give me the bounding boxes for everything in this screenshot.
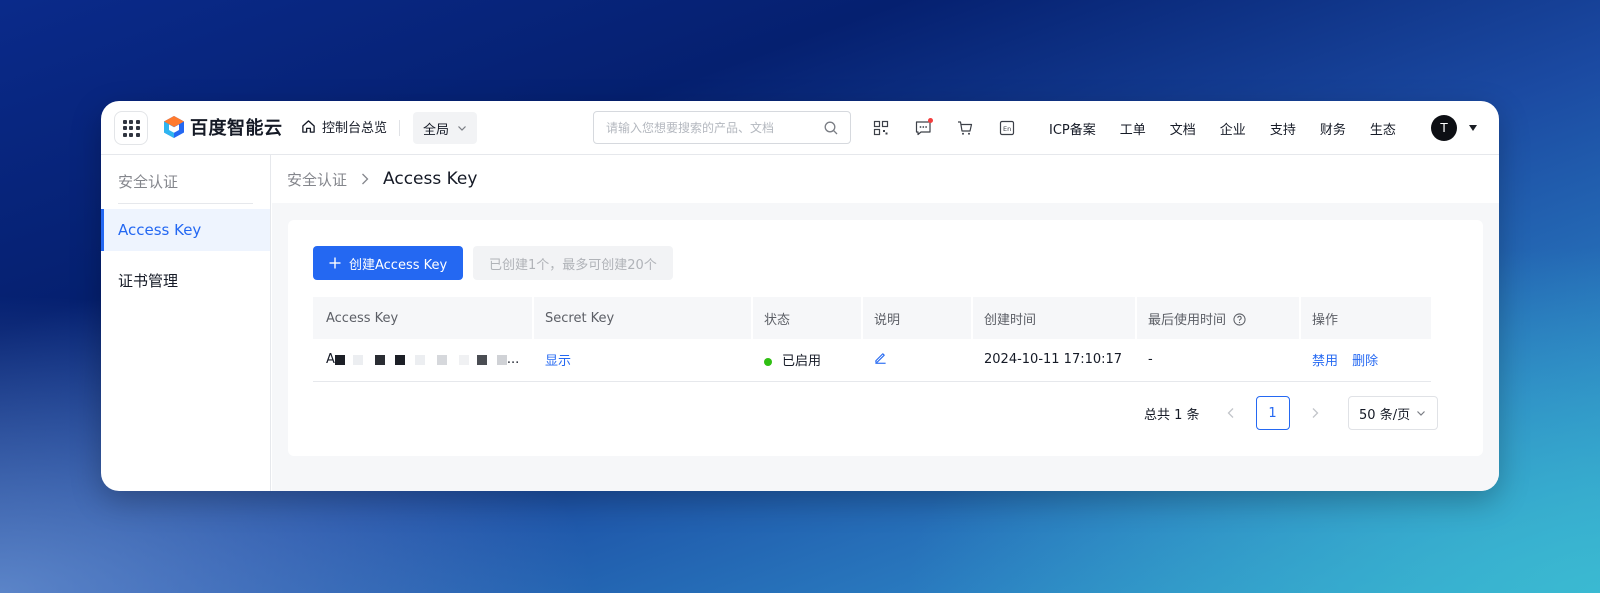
access-key-ellipsis: ... — [506, 352, 520, 368]
secret-key-cell: 显示 — [532, 339, 751, 381]
access-key-prefix: A — [326, 352, 335, 368]
actions-cell: 禁用 删除 — [1299, 339, 1431, 381]
last-used-label: 最后使用时间 — [1148, 312, 1227, 328]
last-used-cell: - — [1148, 352, 1153, 368]
nav-item-ecosystem[interactable]: 生态 — [1370, 119, 1396, 138]
svg-text:En: En — [1003, 125, 1011, 133]
chevron-right-icon — [360, 173, 370, 185]
prev-page-button[interactable] — [1214, 396, 1248, 430]
nav-item-enterprise[interactable]: 企业 — [1220, 119, 1246, 138]
nav-item-icp[interactable]: ICP备案 — [1049, 119, 1096, 138]
plus-icon — [329, 257, 341, 269]
console-window: 百度智能云 控制台总览 全局 请输入您想要搜索的产品、文档 En ICP备案 工… — [101, 101, 1499, 491]
chevron-right-icon — [1312, 408, 1318, 418]
page-size-select[interactable]: 50 条/页 — [1347, 396, 1438, 430]
app-menu-button[interactable] — [114, 111, 148, 145]
chevron-left-icon — [1227, 408, 1234, 418]
sidebar: 安全认证 Access Key 证书管理 — [101, 155, 271, 491]
cloud-logo-icon — [164, 116, 184, 138]
access-key-cell: A ... — [313, 339, 532, 381]
language-icon[interactable]: En — [997, 118, 1017, 138]
header-divider — [399, 120, 400, 136]
search-input[interactable] — [606, 120, 824, 135]
delete-link[interactable]: 删除 — [1352, 354, 1378, 369]
main-content: 安全认证 Access Key 创建Access Key 已创建1个，最多可创建… — [272, 155, 1499, 491]
description-cell — [861, 339, 971, 381]
create-access-key-button[interactable]: 创建Access Key — [313, 246, 464, 280]
page-title: Access Key — [383, 169, 478, 189]
sidebar-item-certificate[interactable]: 证书管理 — [101, 259, 270, 301]
breadcrumb-parent[interactable]: 安全认证 — [287, 169, 347, 190]
console-home-link[interactable]: 控制台总览 — [301, 117, 387, 136]
page-size-label: 50 条/页 — [1359, 407, 1411, 423]
cart-icon[interactable] — [955, 118, 975, 138]
chevron-down-icon — [1417, 411, 1426, 416]
create-button-label: 创建Access Key — [349, 257, 448, 273]
access-key-table: Access Key Secret Key 状态 说明 创建时间 最后使用时间 — [313, 297, 1431, 382]
nav-item-docs[interactable]: 文档 — [1170, 119, 1196, 138]
next-page-button[interactable] — [1298, 396, 1332, 430]
column-header-created-at: 创建时间 — [971, 297, 1135, 339]
nav-item-finance[interactable]: 财务 — [1320, 119, 1346, 138]
help-circle-icon[interactable] — [1233, 312, 1246, 326]
column-header-description: 说明 — [861, 297, 971, 339]
quota-info: 已创建1个，最多可创建20个 — [473, 246, 673, 280]
avatar[interactable]: T — [1431, 115, 1457, 141]
table-header-row: Access Key Secret Key 状态 说明 创建时间 最后使用时间 — [313, 297, 1431, 339]
total-count: 总共 1 条 — [1144, 407, 1200, 423]
nav-item-support[interactable]: 支持 — [1270, 119, 1296, 138]
column-header-secret-key: Secret Key — [532, 297, 751, 339]
qrcode-icon[interactable] — [871, 118, 891, 138]
header-icon-group: En — [871, 118, 1017, 138]
page-number-current[interactable]: 1 — [1255, 396, 1290, 430]
sidebar-item-access-key[interactable]: Access Key — [101, 209, 270, 251]
account-dropdown-icon[interactable] — [1469, 125, 1477, 131]
home-icon — [302, 120, 315, 133]
status-cell: 已启用 — [751, 339, 861, 381]
region-select[interactable]: 全局 — [413, 112, 477, 144]
status-dot-icon — [764, 357, 772, 366]
breadcrumb: 安全认证 Access Key — [272, 155, 1499, 203]
brand-logo[interactable]: 百度智能云 — [163, 114, 283, 140]
search-icon[interactable] — [824, 121, 838, 135]
created-at-cell: 2024-10-11 17:10:17 — [984, 352, 1123, 368]
table-row: A ... 显示 已启用 2024-10-11 17:10:17 - 禁用 删除 — [313, 339, 1431, 381]
edit-icon[interactable] — [874, 351, 887, 365]
top-nav: ICP备案 工单 文档 企业 支持 财务 生态 — [1049, 119, 1420, 138]
sidebar-title: 安全认证 — [118, 173, 179, 191]
top-header: 百度智能云 控制台总览 全局 请输入您想要搜索的产品、文档 En ICP备案 工… — [101, 101, 1499, 155]
search-box[interactable] — [593, 111, 851, 144]
disable-link[interactable]: 禁用 — [1312, 354, 1338, 369]
chevron-down-icon — [458, 126, 466, 131]
message-icon[interactable] — [913, 118, 933, 138]
home-link-label: 控制台总览 — [322, 121, 388, 136]
column-header-status: 状态 — [751, 297, 861, 339]
nav-item-ticket[interactable]: 工单 — [1120, 119, 1146, 138]
show-secret-link[interactable]: 显示 — [545, 354, 571, 369]
column-header-access-key: Access Key — [326, 310, 399, 326]
access-key-card: 创建Access Key 已创建1个，最多可创建20个 Access Key S… — [288, 220, 1483, 456]
region-label: 全局 — [422, 122, 449, 138]
brand-name: 百度智能云 — [190, 118, 283, 139]
column-header-actions: 操作 — [1299, 297, 1431, 339]
status-label: 已启用 — [782, 354, 822, 370]
pagination: 总共 1 条 1 50 条/页 — [1144, 396, 1438, 430]
grid-icon — [122, 119, 140, 137]
sidebar-divider — [118, 203, 253, 204]
notification-dot — [928, 118, 933, 123]
masked-access-key: A ... — [326, 352, 532, 367]
column-header-last-used: 最后使用时间 — [1135, 297, 1299, 339]
